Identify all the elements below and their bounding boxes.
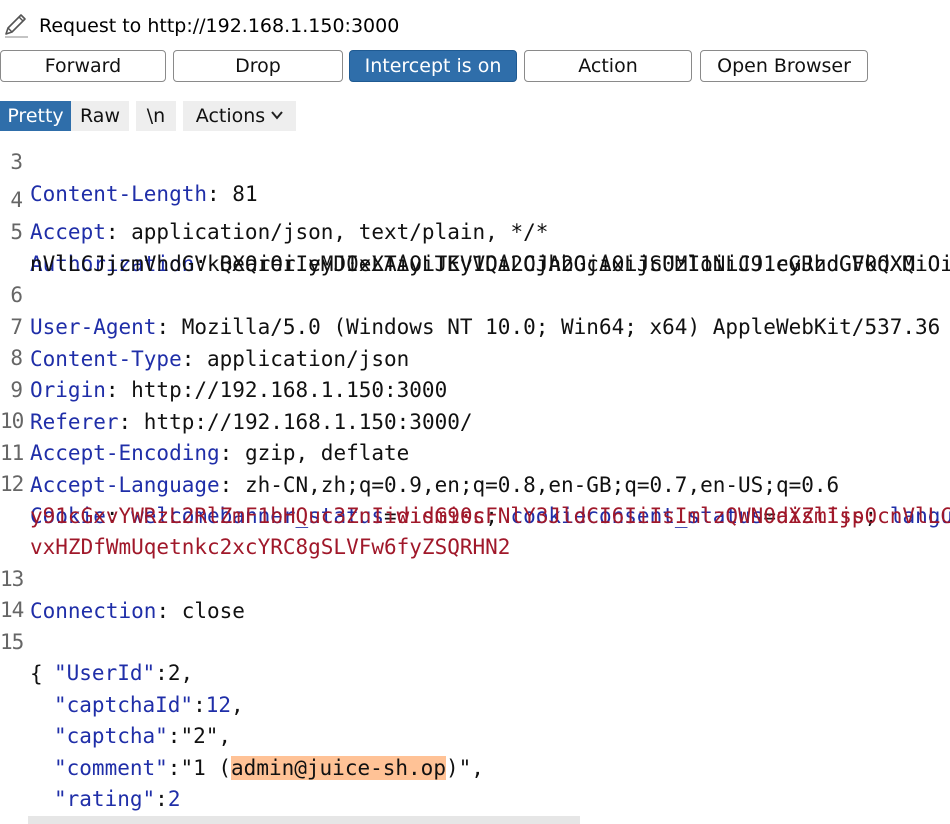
editor-line: 3 Content-Length: 81 — [0, 131, 257, 206]
editor-line: 10 Accept-Encoding: gzip, deflate — [0, 373, 409, 465]
json-entry-captcha: "captcha":"2", — [54, 724, 232, 748]
editor-line: 11 Accept-Language: zh-CN,zh;q=0.9,en;q=… — [0, 405, 839, 497]
intercept-toggle-button[interactable]: Intercept is on — [349, 50, 517, 82]
editor-line: 5 Authorization: Bearer eyJ0eXAiOiJKV1Qi… — [0, 184, 950, 276]
json-key: "captcha" — [54, 724, 168, 748]
header-value: : Mozilla/5.0 (Windows NT 10.0; Win64; x… — [156, 315, 950, 339]
header-name: Content-Length — [30, 182, 208, 206]
editor-line-continuation: y91cGxvYWRzL2RlZmF1bHQuc3ZnIiwidG90cFNlY… — [0, 468, 950, 528]
editor-line: 9 Referer: http://192.168.1.150:3000/ — [0, 342, 472, 434]
editor-line: 8 Origin: http://192.168.1.150:3000 — [0, 310, 447, 402]
editor-line-body-close: } — [0, 783, 51, 815]
chevron-down-icon — [271, 110, 283, 120]
editor-line: 4 Accept: application/json, text/plain, … — [0, 152, 548, 244]
json-value: "2" — [180, 724, 219, 748]
json-key: "captchaId" — [54, 693, 194, 717]
request-editor[interactable]: 3 Content-Length: 81 4 Accept: applicati… — [0, 131, 950, 816]
window-title-bar: Request to http://192.168.1.150:3000 — [0, 0, 950, 50]
tab-raw[interactable]: Raw — [71, 101, 129, 131]
editor-line-continuation: vxHZDfWmUqetnkc2xcYRC8gSLVFw6fyZSQRHN2 — [0, 499, 510, 559]
actions-dropdown[interactable]: Actions — [183, 101, 296, 131]
json-entry-userid: "UserId":2, — [54, 661, 194, 685]
header-name: Accept-Encoding — [30, 441, 220, 465]
header-value: : http://192.168.1.150:3000 — [105, 378, 448, 402]
editor-line: 13 Connection: close — [0, 531, 245, 623]
json-entry-comment: "comment":"1 (admin@juice-sh.op)", — [54, 756, 484, 780]
header-value: : gzip, deflate — [219, 441, 410, 465]
header-name: Content-Type — [30, 347, 182, 371]
pencil-icon — [5, 14, 28, 38]
json-key: "rating" — [54, 787, 156, 811]
header-name: Accept-Language — [30, 473, 220, 497]
highlighted-email: admin@juice-sh.op — [231, 756, 446, 780]
json-key: "UserId" — [54, 661, 156, 685]
json-value: 12 — [205, 693, 232, 717]
action-button[interactable]: Action — [524, 50, 692, 82]
editor-line-blank: 14 — [0, 562, 51, 622]
editor-line-body-open: 15 { — [0, 594, 51, 686]
header-value: : application/json, text/plain, */* — [105, 220, 549, 244]
horizontal-scrollbar[interactable] — [28, 816, 580, 824]
tab-pretty[interactable]: Pretty — [0, 101, 71, 131]
header-value: : http://192.168.1.150:3000/ — [118, 410, 473, 434]
drop-button[interactable]: Drop — [173, 50, 343, 82]
json-key: "comment" — [54, 756, 168, 780]
header-value: : 81 — [207, 182, 258, 206]
header-value-continuation: nVlLCJjcmVhdGVkQXQiOiIyMDIxLTAyLTEyVDA2O… — [30, 252, 950, 276]
editor-line: 7 Content-Type: application/json — [0, 279, 409, 371]
editor-line-cookie: 12 Cookie: welcomebanner_status=dismiss;… — [0, 436, 950, 528]
editor-line: 6 User-Agent: Mozilla/5.0 (Windows NT 10… — [0, 247, 940, 339]
open-browser-button[interactable]: Open Browser — [700, 50, 868, 82]
json-value: 2 — [167, 661, 181, 685]
tab-newline[interactable]: \n — [136, 101, 176, 131]
actions-dropdown-label: Actions — [195, 105, 266, 127]
json-entry-rating: "rating":2 — [54, 787, 181, 811]
editor-line-continuation: nVlLCJjcmVhdGVkQXQiOiIyMDIxLTAyLTEyVDA2O… — [0, 216, 950, 276]
header-value: : close — [156, 599, 245, 623]
header-value: : application/json — [181, 347, 410, 371]
json-entry-captchaid: "captchaId":12, — [54, 693, 244, 717]
json-value: 2 — [167, 787, 181, 811]
cookie-value-continuation: y91cGxvYWRzL2RlZmF1bHQuc3ZnIiwidG90cFNlY… — [30, 504, 950, 528]
forward-button[interactable]: Forward — [0, 50, 166, 82]
window-title: Request to http://192.168.1.150:3000 — [39, 15, 400, 37]
header-value: : zh-CN,zh;q=0.9,en;q=0.8,en-GB;q=0.7,en… — [219, 473, 840, 497]
cookie-value-continuation: vxHZDfWmUqetnkc2xcYRC8gSLVFw6fyZSQRHN2 — [30, 535, 511, 559]
